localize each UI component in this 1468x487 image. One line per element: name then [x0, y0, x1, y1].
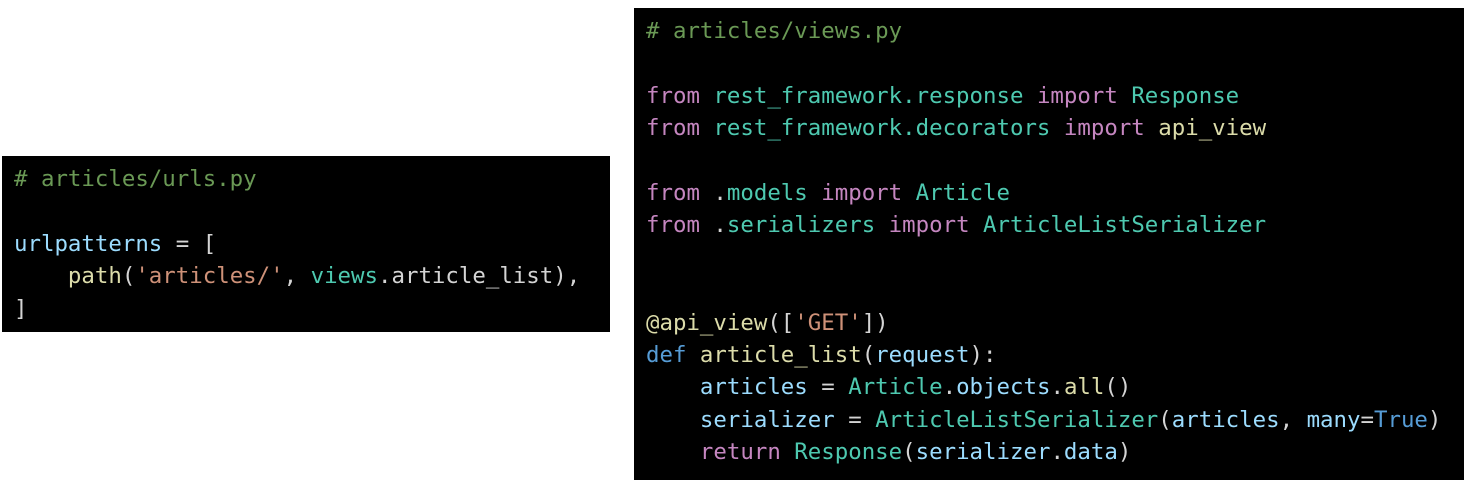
code-token: data [1063, 439, 1118, 466]
code-token: api_view [1158, 115, 1267, 142]
views-code-block: # articles/views.py from rest_framework.r… [634, 8, 1464, 480]
code-token: objects [956, 374, 1051, 401]
code-token: ArticleListSerializer [875, 406, 1159, 433]
code-token: ) [1117, 439, 1132, 466]
code-token: , [1279, 406, 1307, 433]
code-token: import [875, 212, 984, 239]
code-token: ]) [861, 309, 889, 336]
code-line: from rest_framework.decorators import ap… [646, 112, 1464, 144]
code-line: from rest_framework.response import Resp… [646, 80, 1464, 112]
code-token: Article [915, 179, 1010, 206]
code-token: .article_list), [378, 263, 581, 290]
code-token: serializer [699, 406, 835, 433]
code-token: @api_view [646, 309, 768, 336]
code-token: rest_framework.response [713, 82, 1024, 109]
code-token: import [807, 179, 916, 206]
code-token: def [646, 341, 700, 368]
code-token: return [699, 439, 795, 466]
code-token: request [875, 341, 970, 368]
code-token: ( [1158, 406, 1172, 433]
code-token: . [1050, 439, 1064, 466]
code-token: article_list [699, 341, 862, 368]
code-token: views [310, 263, 378, 290]
code-line: # articles/views.py [646, 15, 1464, 47]
code-token: Response [1131, 82, 1240, 109]
code-token: many [1306, 406, 1361, 433]
code-token: ([ [767, 309, 795, 336]
code-token: from [646, 115, 714, 142]
code-token: , [283, 263, 311, 290]
code-token: serializers [726, 212, 876, 239]
code-token: # articles/views.py [646, 18, 903, 44]
code-line: def article_list(request): [646, 339, 1464, 371]
code-token: import [1050, 115, 1159, 142]
code-line: ] [14, 293, 610, 325]
code-token: # articles/urls.py [14, 166, 257, 192]
code-token: . [1050, 374, 1064, 401]
code-token: . [942, 374, 957, 401]
code-token: = [ [162, 230, 217, 257]
code-token: rest_framework.decorators [713, 115, 1051, 142]
code-token: . [713, 179, 727, 206]
code-token: from [646, 179, 714, 206]
code-token: all [1063, 374, 1105, 401]
code-token: urlpatterns [14, 230, 163, 257]
code-token: ] [14, 295, 28, 322]
code-line: urlpatterns = [ [14, 228, 610, 260]
code-line: articles = Article.objects.all() [646, 371, 1464, 403]
code-token: articles [1171, 406, 1280, 433]
code-token: Response [794, 439, 903, 466]
code-line: # articles/urls.py [14, 163, 610, 195]
code-token: serializer [915, 439, 1051, 466]
code-token: ( [121, 263, 136, 290]
code-token: . [713, 212, 727, 239]
code-token: = [807, 374, 849, 401]
code-token: ( [861, 341, 876, 368]
code-token: ): [969, 341, 997, 368]
code-line: from .serializers import ArticleListSeri… [646, 209, 1464, 241]
code-token: = [1360, 406, 1374, 433]
code-line: return Response(serializer.data) [646, 436, 1464, 468]
code-token: ( [902, 439, 916, 466]
code-token: articles [699, 374, 808, 401]
code-token: () [1104, 374, 1132, 401]
code-token: ArticleListSerializer [983, 212, 1267, 239]
code-token: models [726, 179, 808, 206]
code-token: = [834, 406, 876, 433]
code-token: path [67, 263, 122, 290]
code-line: from .models import Article [646, 177, 1464, 209]
code-line: @api_view(['GET']) [646, 307, 1464, 339]
code-line: serializer = ArticleListSerializer(artic… [646, 404, 1464, 436]
code-token: 'articles/' [135, 263, 284, 290]
code-token: from [646, 82, 714, 109]
code-token: import [1023, 82, 1132, 109]
code-token: 'GET' [794, 309, 862, 336]
code-line: path('articles/', views.article_list), [14, 260, 610, 292]
urls-code-block: # articles/urls.py urlpatterns = [ path('… [2, 156, 610, 332]
code-token: True [1373, 406, 1428, 433]
code-token: ) [1427, 406, 1442, 433]
code-token: Article [848, 374, 943, 401]
code-token: from [646, 212, 714, 239]
